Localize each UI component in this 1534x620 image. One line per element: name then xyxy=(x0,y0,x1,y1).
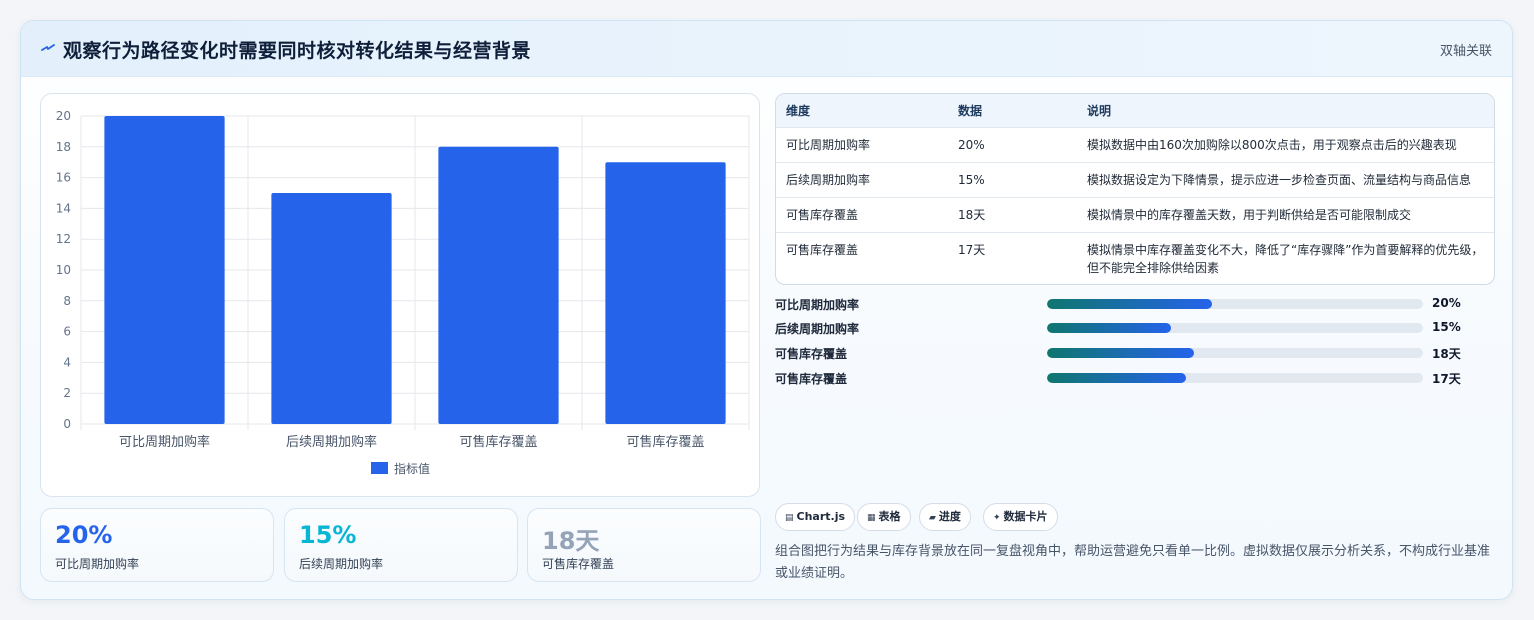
bar-chart: 0 2 4 6 8 10 12 14 16 18 20 可比周期加购率 后续周期加购率 可售库存覆盖 可售库… xyxy=(56,109,750,476)
kpi-value: 15% xyxy=(299,521,357,549)
chip-label: 数据卡片 xyxy=(1003,510,1048,523)
y-tick-label: 4 xyxy=(63,355,71,369)
chip-label: Chart.js xyxy=(796,510,846,523)
progress-label: 可售库存覆盖 xyxy=(775,347,848,361)
kpi-card: 15% 后续周期加购率 xyxy=(284,508,518,582)
y-tick-label: 2 xyxy=(63,386,71,400)
table-cell: 可售库存覆盖 xyxy=(786,243,859,257)
x-tick-label: 后续周期加购率 xyxy=(286,434,377,450)
x-tick-label: 可比周期加购率 xyxy=(119,434,210,450)
table-cell: 18天 xyxy=(958,208,986,222)
progress-row: 可比周期加购率 20% xyxy=(775,294,1495,314)
table-cell: 20% xyxy=(958,138,985,152)
bar xyxy=(271,193,392,424)
bar xyxy=(438,146,559,425)
y-tick-label: 6 xyxy=(63,325,71,339)
progress-fill xyxy=(1047,299,1213,309)
table-header-cell: 说明 xyxy=(1087,104,1112,118)
table-cell: 后续周期加购率 xyxy=(786,173,871,187)
kpi-card: 18天 可售库存覆盖 xyxy=(527,508,761,582)
progress-label: 可售库存覆盖 xyxy=(775,372,848,386)
table-header-cell: 维度 xyxy=(786,104,811,118)
chip-progress[interactable]: ▰ 进度 xyxy=(919,503,971,531)
y-tick-label: 8 xyxy=(63,294,71,308)
y-tick-label: 12 xyxy=(56,232,71,246)
progress-track xyxy=(1047,348,1423,358)
dual-axis-tag[interactable]: 双轴关联 xyxy=(1440,40,1492,59)
progress-value: 17天 xyxy=(1432,372,1461,386)
bar xyxy=(104,116,225,424)
kpi-label: 可比周期加购率 xyxy=(55,557,140,571)
table-cell: 模拟数据中由160次加购除以800次点击，用于观察点击后的兴趣表现 xyxy=(1087,138,1457,152)
progress-fill xyxy=(1047,323,1172,333)
progress-label: 可比周期加购率 xyxy=(775,298,860,312)
table-row: 可售库存覆盖 18天 模拟情景中的库存覆盖天数，用于判断供给是否可能限制成交 xyxy=(776,198,1494,233)
y-tick-label: 10 xyxy=(56,263,71,277)
progress-fill xyxy=(1047,348,1194,358)
x-tick-label: 可售库存覆盖 xyxy=(459,434,537,450)
kpi-label: 后续周期加购率 xyxy=(299,557,384,571)
table-cell: 可比周期加购率 xyxy=(786,138,871,152)
table-cell: 可售库存覆盖 xyxy=(786,208,859,222)
table-cell: 模拟情景中的库存覆盖天数，用于判断供给是否可能限制成交 xyxy=(1087,208,1412,222)
y-tick-label: 20 xyxy=(56,109,71,123)
chip-data-cards[interactable]: ✦ 数据卡片 xyxy=(983,503,1058,531)
chart-icon: ▤ xyxy=(785,513,794,523)
progress-value: 20% xyxy=(1432,296,1461,310)
table-cell: 17天 xyxy=(958,243,986,257)
progress-value: 15% xyxy=(1432,320,1461,334)
footnote: 组合图把行为结果与库存背景放在同一复盘视角中，帮助运营避免只看单一比例。虚拟数据… xyxy=(775,544,1491,581)
kpi-card: 20% 可比周期加购率 xyxy=(40,508,274,582)
table-row: 可比周期加购率 20% 模拟数据中由160次加购除以800次点击，用于观察点击后… xyxy=(776,128,1494,163)
progress-row: 可售库存覆盖 18天 xyxy=(775,343,1495,363)
table-icon: ▦ xyxy=(867,513,876,523)
kpi-label: 可售库存覆盖 xyxy=(542,557,615,571)
y-tick-label: 16 xyxy=(56,171,71,185)
progress-value: 18天 xyxy=(1432,347,1461,361)
chip-label: 进度 xyxy=(938,510,961,523)
progress-row: 后续周期加购率 15% xyxy=(775,318,1495,338)
y-tick-label: 18 xyxy=(56,140,71,154)
progress-track xyxy=(1047,373,1423,383)
legend-label: 指标值 xyxy=(394,461,430,476)
legend-swatch xyxy=(371,462,388,474)
progress-fill xyxy=(1047,373,1187,383)
y-tick-label: 14 xyxy=(56,201,71,215)
y-tick-label: 0 xyxy=(63,417,71,431)
bar xyxy=(605,162,726,424)
page-title: 观察行为路径变化时需要同时核对转化结果与经营背景 xyxy=(63,40,532,62)
table-cell: 15% xyxy=(958,173,985,187)
x-tick-label: 可售库存覆盖 xyxy=(626,434,704,450)
bar-chart-panel: 0 2 4 6 8 10 12 14 16 18 20 可比周期加购率 后续周期加购率 可售库存覆盖 可售库… xyxy=(40,93,760,497)
progress-icon: ▰ xyxy=(929,513,936,523)
chip-label: 表格 xyxy=(878,510,901,523)
table-row: 可售库存覆盖 17天 模拟情景中库存覆盖变化不大，降低了“库存骤降”作为首要解释… xyxy=(776,233,1494,284)
table-cell: 模拟情景中库存覆盖变化不大，降低了“库存骤降”作为首要解释的优先级， xyxy=(1087,243,1484,257)
card-header: 观察行为路径变化时需要同时核对转化结果与经营背景 双轴关联 xyxy=(21,21,1512,77)
table-cell: 模拟数据设定为下降情景，提示应进一步检查页面、流量结构与商品信息 xyxy=(1087,173,1472,187)
progress-track xyxy=(1047,299,1423,309)
sparkle-icon xyxy=(41,44,55,51)
kpi-value: 18天 xyxy=(542,527,600,555)
progress-track xyxy=(1047,323,1423,333)
kpi-value: 20% xyxy=(55,521,113,549)
chip-table[interactable]: ▦ 表格 xyxy=(857,503,911,531)
table-cell-continued: 但不能完全排除供给因素 xyxy=(1087,261,1220,275)
progress-label: 后续周期加购率 xyxy=(775,322,860,336)
sparkle-icon: ✦ xyxy=(993,513,1001,523)
dashboard-card: 观察行为路径变化时需要同时核对转化结果与经营背景 双轴关联 0 2 4 6 8 10 12 1… xyxy=(20,20,1513,600)
progress-row: 可售库存覆盖 17天 xyxy=(775,368,1495,388)
table-header-row: 维度 数据 说明 xyxy=(776,94,1494,128)
chip-chartjs[interactable]: ▤ Chart.js xyxy=(775,503,856,531)
table-header-cell: 数据 xyxy=(958,104,983,118)
table-row: 后续周期加购率 15% 模拟数据设定为下降情景，提示应进一步检查页面、流量结构与… xyxy=(776,163,1494,198)
data-table: 维度 数据 说明 可比周期加购率 20% 模拟数据中由160次加购除以800次点… xyxy=(775,93,1495,285)
